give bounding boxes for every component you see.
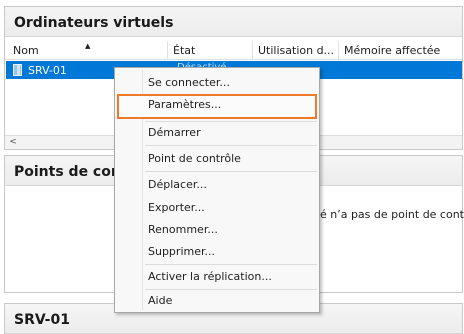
menu-item-rename[interactable]: Renommer... — [117, 219, 317, 241]
virtual-machines-title: Ordinateurs virtuels — [5, 7, 462, 37]
menu-separator — [145, 264, 317, 265]
menu-item-checkpoint[interactable]: Point de contrôle — [117, 148, 317, 170]
column-label-name: Nom — [13, 44, 39, 57]
column-header-memory[interactable]: Mémoire affectée — [339, 41, 464, 60]
menu-item-start[interactable]: Démarrer — [117, 122, 317, 144]
menu-item-settings[interactable]: Paramètres... — [117, 94, 317, 119]
column-header-name[interactable]: Nom ▲ — [5, 41, 168, 60]
menu-item-move[interactable]: Déplacer... — [117, 174, 317, 196]
context-menu: Se connecter... Paramètres... Démarrer P… — [114, 67, 320, 313]
chevron-left-icon[interactable]: < — [6, 136, 20, 149]
vm-name: SRV-01 — [28, 64, 67, 77]
virtual-machine-icon — [13, 64, 22, 76]
menu-item-delete[interactable]: Supprimer... — [117, 241, 317, 263]
column-header-state[interactable]: État — [168, 41, 253, 60]
menu-separator — [145, 171, 317, 172]
sort-ascending-icon: ▲ — [85, 42, 91, 50]
column-header-usage[interactable]: Utilisation d... — [253, 41, 339, 60]
menu-item-export[interactable]: Exporter... — [117, 197, 317, 219]
menu-item-help[interactable]: Aide — [117, 290, 317, 312]
vm-list-header: Nom ▲ État Utilisation d... Mémoire affe… — [5, 41, 462, 60]
menu-item-connect[interactable]: Se connecter... — [117, 72, 317, 94]
no-checkpoint-message: né n’a pas de point de contrôle — [313, 208, 464, 221]
menu-item-enable-replication[interactable]: Activer la réplication... — [117, 266, 317, 288]
menu-separator — [145, 145, 317, 146]
